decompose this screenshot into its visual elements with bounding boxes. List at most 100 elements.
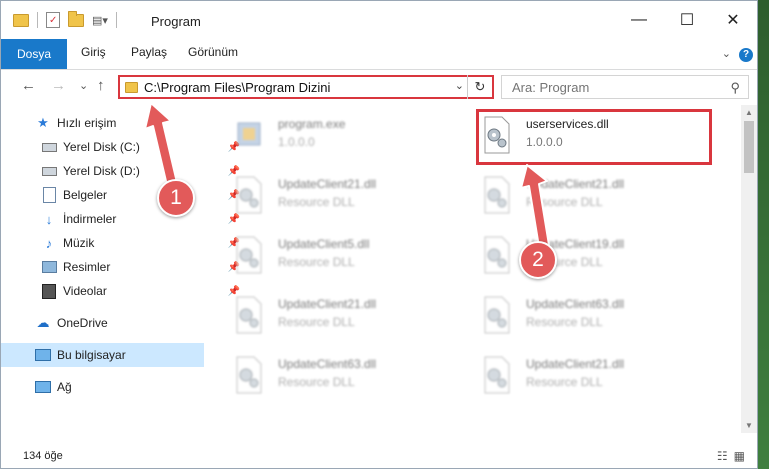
tab-giris[interactable]: Giriş bbox=[81, 45, 106, 59]
divider bbox=[115, 12, 117, 28]
sidebar-item-label: Yerel Disk (C:) bbox=[63, 140, 140, 154]
file-description: Resource DLL bbox=[278, 255, 355, 269]
file-description: Resource DLL bbox=[278, 195, 355, 209]
music-icon: ♪ bbox=[45, 235, 53, 251]
divider bbox=[37, 12, 38, 28]
search-input[interactable] bbox=[510, 79, 714, 96]
desktop-background bbox=[758, 0, 769, 469]
drive-icon bbox=[41, 139, 57, 155]
dll-file-icon bbox=[482, 295, 512, 335]
file-version: 1.0.0.0 bbox=[278, 135, 315, 149]
expand-ribbon-icon[interactable]: ⌄ bbox=[722, 47, 731, 60]
sidebar-item-label: Hızlı erişim bbox=[57, 116, 117, 130]
picture-icon bbox=[41, 259, 57, 275]
quick-access-toolbar: ✓ ▤▾ bbox=[13, 10, 117, 28]
step-badge-2: 2 bbox=[519, 241, 557, 279]
download-icon: ↓ bbox=[45, 211, 53, 227]
dll-file-icon bbox=[234, 235, 264, 275]
refresh-icon[interactable]: ↻ bbox=[467, 75, 492, 99]
address-path[interactable]: C:\Program Files\Program Dizini bbox=[144, 80, 330, 95]
file-tile[interactable]: program.exe 1.0.0.0 bbox=[208, 111, 438, 163]
file-tile[interactable]: UpdateClient63.dll Resource DLL bbox=[456, 291, 686, 343]
sidebar-item-label: Bu bilgisayar bbox=[57, 348, 126, 362]
star-icon: ★ bbox=[37, 115, 49, 130]
video-icon bbox=[41, 283, 57, 299]
file-description: Resource DLL bbox=[278, 375, 355, 389]
file-name: program.exe bbox=[278, 117, 346, 131]
search-box[interactable]: ⚲ bbox=[501, 75, 749, 99]
file-tile[interactable]: UpdateClient21.dll Resource DLL bbox=[208, 291, 438, 343]
file-name: UpdateClient63.dll bbox=[526, 297, 625, 311]
tab-dosya[interactable]: Dosya bbox=[1, 39, 67, 69]
address-dropdown-icon[interactable]: ⌄ bbox=[455, 79, 464, 92]
help-icon[interactable]: ? bbox=[739, 48, 753, 62]
computer-icon bbox=[35, 347, 51, 363]
tab-gorunum[interactable]: Görünüm bbox=[188, 45, 238, 59]
folder-icon bbox=[13, 13, 29, 27]
dll-file-icon bbox=[482, 175, 512, 215]
tab-paylas[interactable]: Paylaş bbox=[131, 45, 167, 59]
file-name: UpdateClient63.dll bbox=[278, 357, 377, 371]
highlight-box bbox=[476, 109, 712, 165]
dll-file-icon bbox=[234, 175, 264, 215]
file-description: Resource DLL bbox=[526, 375, 603, 389]
properties-icon[interactable]: ✓ bbox=[46, 12, 60, 28]
file-description: Resource DLL bbox=[526, 315, 603, 329]
file-tile[interactable]: UpdateClient63.dll Resource DLL bbox=[208, 351, 438, 403]
vertical-scrollbar[interactable]: ▲ ▼ bbox=[741, 105, 757, 433]
search-icon[interactable]: ⚲ bbox=[730, 80, 740, 96]
document-icon bbox=[41, 187, 57, 203]
file-view: program.exe 1.0.0.0 userservices.dll 1.0… bbox=[208, 105, 741, 433]
cloud-icon: ☁ bbox=[36, 315, 50, 330]
file-name: UpdateClient21.dll bbox=[526, 357, 625, 371]
sidebar-item-label: Yerel Disk (D:) bbox=[63, 164, 140, 178]
customize-toolbar-icon[interactable]: ▤▾ bbox=[92, 14, 108, 27]
dll-file-icon bbox=[234, 355, 264, 395]
sidebar-item-network[interactable]: Ağ bbox=[1, 375, 238, 399]
sidebar-item-this-pc[interactable]: Bu bilgisayar bbox=[1, 343, 204, 367]
back-button[interactable]: ← bbox=[21, 77, 36, 94]
sidebar-item-label: Belgeler bbox=[63, 188, 108, 202]
scroll-down-icon[interactable]: ▼ bbox=[745, 421, 753, 430]
sidebar-item-label: Ağ bbox=[57, 380, 72, 394]
forward-button[interactable]: → bbox=[51, 77, 66, 94]
navigation-bar: ← → ⌄ ↑ C:\Program Files\Program Dizini … bbox=[1, 69, 757, 105]
sidebar-item-label: İndirmeler bbox=[63, 212, 117, 226]
window-title: Program bbox=[151, 14, 201, 29]
dll-file-icon bbox=[482, 355, 512, 395]
file-name: UpdateClient21.dll bbox=[278, 297, 377, 311]
file-tile[interactable]: UpdateClient21.dll Resource DLL bbox=[456, 351, 686, 403]
view-toggle-icons[interactable]: ☷▦ bbox=[717, 449, 751, 463]
up-button[interactable]: ↑ bbox=[97, 77, 105, 94]
file-tile[interactable]: UpdateClient5.dll Resource DLL bbox=[208, 231, 438, 283]
new-folder-icon[interactable] bbox=[68, 10, 84, 27]
scroll-up-icon[interactable]: ▲ bbox=[745, 108, 753, 117]
step-badge-1: 1 bbox=[157, 179, 195, 217]
item-count: 134 öğe bbox=[23, 450, 63, 462]
status-bar: 134 öğe ☷▦ bbox=[1, 444, 757, 468]
drive-icon bbox=[41, 163, 57, 179]
sidebar-item-label: OneDrive bbox=[57, 316, 108, 330]
file-name: UpdateClient21.dll bbox=[278, 177, 377, 191]
dll-file-icon bbox=[482, 235, 512, 275]
sidebar-item-onedrive[interactable]: ☁ OneDrive bbox=[1, 311, 238, 335]
sidebar-item-label: Müzik bbox=[63, 236, 95, 250]
close-button[interactable]: ✕ bbox=[711, 7, 755, 33]
recent-locations-button[interactable]: ⌄ bbox=[79, 79, 88, 92]
minimize-button[interactable]: — bbox=[617, 7, 661, 33]
dll-file-icon bbox=[234, 295, 264, 335]
sidebar-item-quick-access[interactable]: ★ Hızlı erişim bbox=[1, 111, 238, 135]
title-bar: ✓ ▤▾ Program — ☐ ✕ bbox=[1, 1, 757, 39]
scrollbar-thumb[interactable] bbox=[744, 121, 754, 173]
network-icon bbox=[35, 379, 51, 395]
explorer-window: ✓ ▤▾ Program — ☐ ✕ Dosya Giriş Paylaş Gö… bbox=[0, 0, 758, 469]
address-bar[interactable]: C:\Program Files\Program Dizini ⌄ ↻ bbox=[118, 75, 494, 99]
ribbon-tabs: Dosya Giriş Paylaş Görünüm ⌄ ? bbox=[1, 39, 757, 70]
file-name: UpdateClient5.dll bbox=[278, 237, 370, 251]
sidebar-item-label: Videolar bbox=[63, 284, 107, 298]
folder-icon bbox=[125, 82, 138, 93]
maximize-button[interactable]: ☐ bbox=[665, 7, 709, 33]
exe-file-icon bbox=[234, 115, 264, 155]
file-tile[interactable]: UpdateClient21.dll Resource DLL bbox=[208, 171, 438, 223]
sidebar-item-label: Resimler bbox=[63, 260, 111, 274]
